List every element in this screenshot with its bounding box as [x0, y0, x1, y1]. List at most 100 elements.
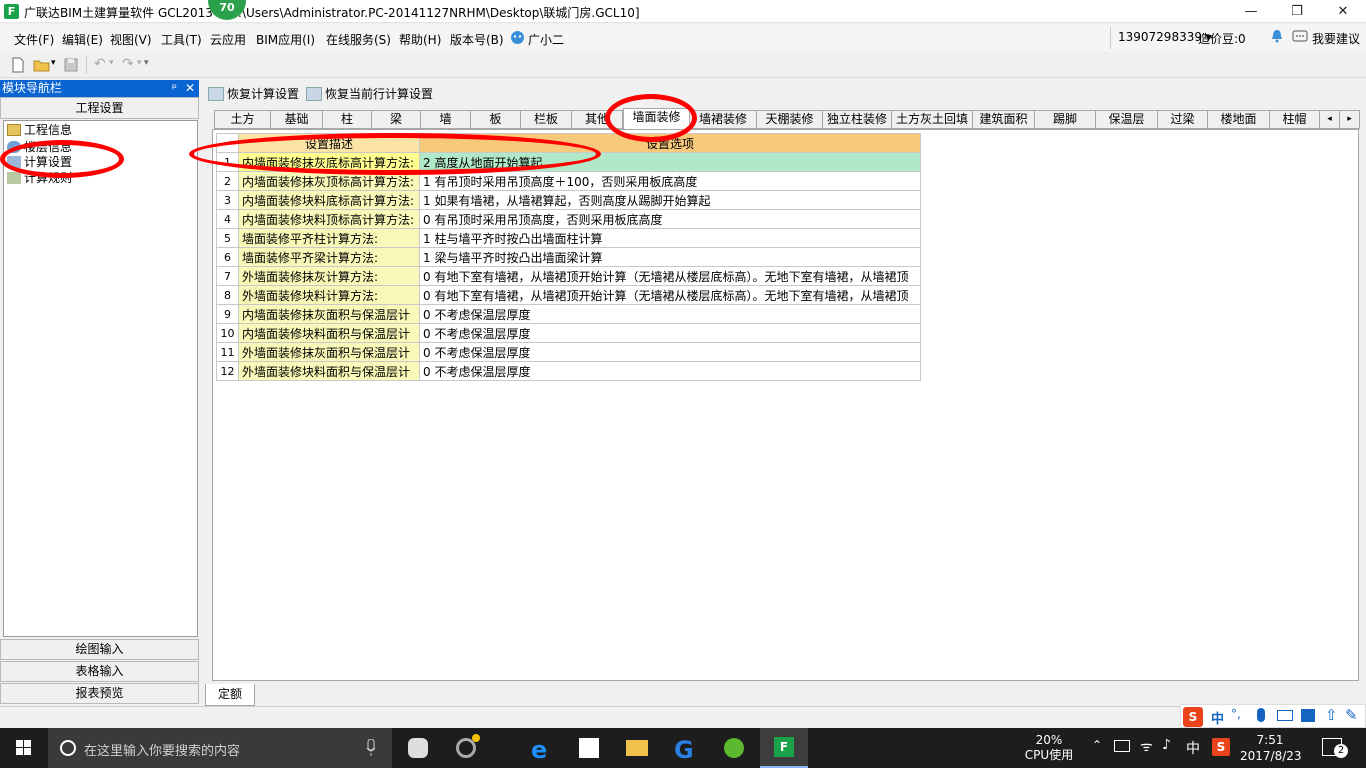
- coin-balance[interactable]: 造价豆:0: [1198, 30, 1246, 47]
- wrench-icon[interactable]: ✎: [1345, 706, 1358, 724]
- restore-calc-settings-button[interactable]: 恢复计算设置: [208, 85, 299, 102]
- nav-table-input[interactable]: 表格输入: [0, 661, 199, 682]
- mic-icon[interactable]: [1257, 708, 1265, 722]
- row-setting-value[interactable]: 1 如果有墙裙，从墙裙算起，否则高度从踢脚开始算起: [419, 190, 921, 210]
- cpu-usage[interactable]: 20% CPU使用: [1022, 733, 1076, 763]
- menu-view[interactable]: 视图(V): [110, 31, 152, 48]
- nav-close-icon[interactable]: ✕: [185, 80, 195, 97]
- nav-report-preview[interactable]: 报表预览: [0, 683, 199, 704]
- wifi-icon[interactable]: ᯤ: [1140, 737, 1153, 756]
- tab-earthwork[interactable]: 土方: [214, 110, 271, 129]
- undo-dropdown-icon[interactable]: ▾: [109, 58, 114, 68]
- taskbar-ime-lang[interactable]: 中: [1186, 738, 1200, 758]
- restore-row-settings-button[interactable]: 恢复当前行计算设置: [306, 85, 433, 102]
- tab-wall[interactable]: 墙: [421, 110, 471, 129]
- table-row[interactable]: 8 外墙面装修块料计算方法: 0 有地下室有墙裙，从墙裙顶开始计算（无墙裙从楼层底标…: [216, 285, 921, 305]
- maximize-button[interactable]: ❐: [1274, 0, 1320, 23]
- tab-parapet[interactable]: 栏板: [521, 110, 572, 129]
- tab-backfill[interactable]: 土方灰土回填: [892, 110, 973, 129]
- skin-icon[interactable]: [1301, 709, 1315, 722]
- menu-bim[interactable]: BIM应用(I): [256, 31, 315, 48]
- undo-icon[interactable]: ↶: [94, 56, 106, 72]
- menu-edit[interactable]: 编辑(E): [62, 31, 103, 48]
- menu-file[interactable]: 文件(F): [14, 31, 54, 48]
- taskbar-app-edge[interactable]: e: [517, 728, 565, 768]
- suggest-link[interactable]: 我要建议: [1312, 30, 1360, 47]
- tab-other[interactable]: 其他: [572, 110, 623, 129]
- table-row[interactable]: 6 墙面装修平齐梁计算方法: 1 梁与墙平齐时按凸出墙面梁计算: [216, 247, 921, 267]
- tab-quota[interactable]: 定额: [205, 684, 255, 706]
- row-setting-value[interactable]: 0 不考虑保温层厚度: [419, 361, 921, 381]
- row-setting-value[interactable]: 0 不考虑保温层厚度: [419, 304, 921, 324]
- table-row[interactable]: 7 外墙面装修抹灰计算方法: 0 有地下室有墙裙，从墙裙顶开始计算（无墙裙从楼层底标…: [216, 266, 921, 286]
- windows-start-icon[interactable]: [0, 728, 48, 768]
- tab-skirting[interactable]: 踢脚: [1035, 110, 1096, 129]
- menu-help[interactable]: 帮助(H): [399, 31, 441, 48]
- sogou-tray-icon[interactable]: S: [1212, 738, 1230, 756]
- row-setting-value[interactable]: 0 不考虑保温层厚度: [419, 342, 921, 362]
- open-dropdown-icon[interactable]: ▾: [51, 58, 56, 68]
- table-row[interactable]: 9 内墙面装修抹灰面积与保温层计 0 不考虑保温层厚度: [216, 304, 921, 324]
- tab-lintel[interactable]: 过梁: [1158, 110, 1208, 129]
- toolbar-overflow-icon[interactable]: ▾: [144, 58, 149, 68]
- table-row[interactable]: 12 外墙面装修块料面积与保温层计 0 不考虑保温层厚度: [216, 361, 921, 381]
- tree-item-calc-settings[interactable]: 计算设置: [7, 154, 73, 171]
- tree-item-project-info[interactable]: 工程信息: [7, 122, 72, 139]
- tab-wall-finish[interactable]: 墙面装修: [623, 108, 690, 129]
- row-setting-value[interactable]: 1 梁与墙平齐时按凸出墙面梁计算: [419, 247, 921, 267]
- tab-scroll-right-icon[interactable]: ▸: [1340, 110, 1360, 129]
- table-row[interactable]: 2 内墙面装修抹灰顶标高计算方法: 1 有吊顶时采用吊顶高度＋100，否则采用板底高…: [216, 171, 921, 191]
- tab-ceiling-finish[interactable]: 天棚装修: [757, 110, 823, 129]
- menu-cloud[interactable]: 云应用: [210, 31, 246, 48]
- row-setting-value[interactable]: 0 有地下室有墙裙，从墙裙顶开始计算（无墙裙从楼层底标高）。无地下室有墙裙，从墙…: [419, 266, 921, 286]
- taskbar-app-gcl[interactable]: F: [760, 728, 808, 768]
- row-setting-value[interactable]: 2 高度从地面开始算起: [419, 152, 921, 172]
- row-setting-value[interactable]: 0 不考虑保温层厚度: [419, 323, 921, 343]
- save-icon[interactable]: [63, 57, 79, 73]
- tab-foundation[interactable]: 基础: [271, 110, 323, 129]
- row-setting-value[interactable]: 1 有吊顶时采用吊顶高度＋100，否则采用板底高度: [419, 171, 921, 191]
- volume-icon[interactable]: ♪: [1162, 737, 1171, 753]
- tab-beam[interactable]: 梁: [372, 110, 421, 129]
- tree-item-calc-rules[interactable]: 计算规则: [7, 170, 72, 187]
- tab-column-cap[interactable]: 柱帽: [1270, 110, 1320, 129]
- tab-dado-finish[interactable]: 墙裙装修: [690, 110, 757, 129]
- menu-tools[interactable]: 工具(T): [161, 31, 202, 48]
- table-row[interactable]: 4 内墙面装修块料顶标高计算方法: 0 有吊顶时采用吊顶高度，否则采用板底高度: [216, 209, 921, 229]
- new-file-icon[interactable]: [10, 57, 26, 73]
- taskbar-app-browser360[interactable]: [442, 728, 490, 768]
- taskbar-search[interactable]: 在这里输入你要搜索的内容: [48, 728, 392, 768]
- taskbar-app-explorer[interactable]: [613, 728, 661, 768]
- nav-drawing-input[interactable]: 绘图输入: [0, 639, 199, 660]
- tab-column[interactable]: 柱: [323, 110, 372, 129]
- table-row[interactable]: 1 内墙面装修抹灰底标高计算方法: 2 高度从地面开始算起: [216, 152, 921, 172]
- taskbar-app-taskview[interactable]: [394, 728, 442, 768]
- tray-chevron-icon[interactable]: ⌃: [1092, 738, 1102, 752]
- table-row[interactable]: 3 内墙面装修块料底标高计算方法: 1 如果有墙裙，从墙裙算起，否则高度从踢脚开始算…: [216, 190, 921, 210]
- taskbar-app-store[interactable]: [565, 728, 613, 768]
- redo-dropdown-icon[interactable]: ▾: [137, 58, 142, 68]
- ime-lang[interactable]: 中: [1211, 708, 1224, 727]
- tab-floor[interactable]: 楼地面: [1208, 110, 1270, 129]
- keyboard-icon[interactable]: [1277, 710, 1293, 721]
- mic-icon[interactable]: [366, 739, 376, 757]
- open-folder-icon[interactable]: [33, 57, 51, 73]
- table-row[interactable]: 11 外墙面装修抹灰面积与保温层计 0 不考虑保温层厚度: [216, 342, 921, 362]
- table-row[interactable]: 5 墙面装修平齐柱计算方法: 1 柱与墙平齐时按凸出墙面柱计算: [216, 228, 921, 248]
- upload-icon[interactable]: ⇧: [1325, 706, 1338, 724]
- tab-insulation[interactable]: 保温层: [1096, 110, 1158, 129]
- punct-icon[interactable]: °,: [1231, 707, 1241, 721]
- row-setting-value[interactable]: 1 柱与墙平齐时按凸出墙面柱计算: [419, 228, 921, 248]
- close-button[interactable]: ✕: [1320, 0, 1366, 23]
- redo-icon[interactable]: ↷: [122, 56, 134, 72]
- network-icon[interactable]: [1114, 740, 1130, 752]
- tab-building-area[interactable]: 建筑面积: [973, 110, 1035, 129]
- minimize-button[interactable]: —: [1228, 0, 1274, 23]
- tab-scroll-left-icon[interactable]: ◂: [1320, 110, 1340, 129]
- taskbar-app-update[interactable]: [710, 728, 758, 768]
- taskbar-app-glodon[interactable]: G: [661, 728, 709, 768]
- nav-section-project-settings[interactable]: 工程设置: [0, 97, 199, 119]
- menu-assistant[interactable]: 广小二: [528, 31, 564, 48]
- row-setting-value[interactable]: 0 有地下室有墙裙，从墙裙顶开始计算（无墙裙从楼层底标高）。无地下室有墙裙，从墙…: [419, 285, 921, 305]
- clock[interactable]: 7:51 2017/8/23: [1240, 732, 1302, 764]
